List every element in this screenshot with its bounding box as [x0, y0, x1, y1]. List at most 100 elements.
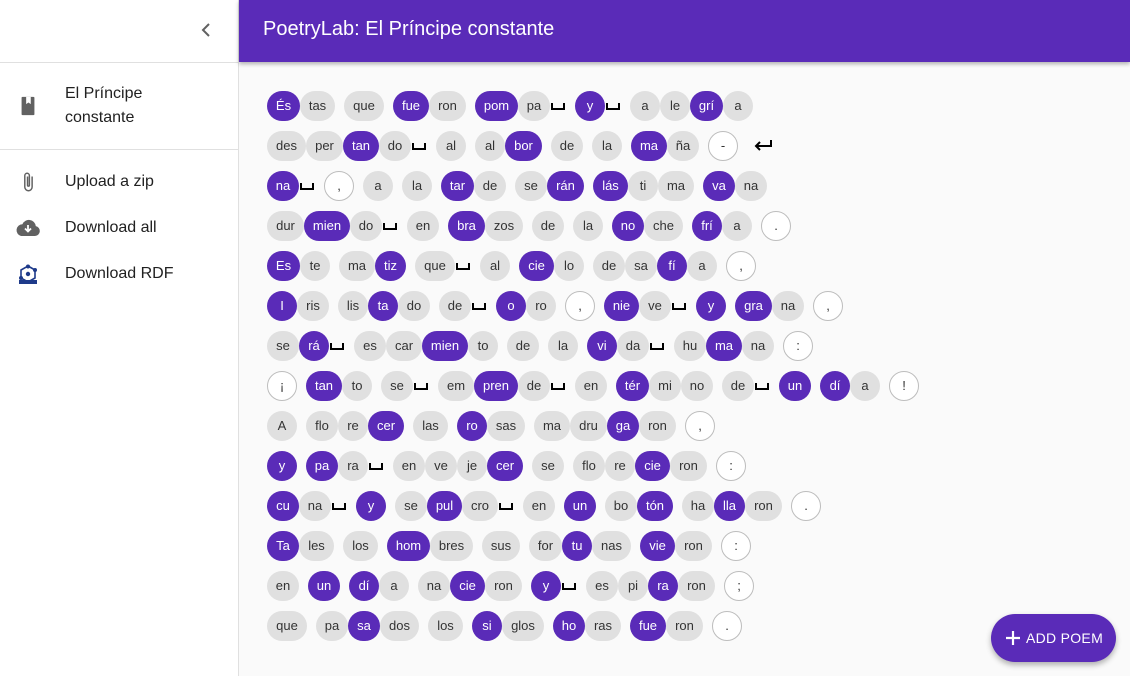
unstressed-syllable[interactable]: flo: [306, 411, 338, 441]
unstressed-syllable[interactable]: na: [772, 291, 804, 321]
unstressed-syllable[interactable]: per: [306, 131, 343, 161]
stressed-syllable[interactable]: y: [267, 451, 297, 481]
unstressed-syllable[interactable]: ras: [585, 611, 621, 641]
unstressed-syllable[interactable]: de: [474, 171, 506, 201]
stressed-syllable[interactable]: cie: [450, 571, 485, 601]
unstressed-syllable[interactable]: sa: [625, 251, 657, 281]
unstressed-syllable[interactable]: ma: [658, 171, 694, 201]
stressed-syllable[interactable]: vi: [587, 331, 617, 361]
unstressed-syllable[interactable]: es: [586, 571, 618, 601]
stressed-syllable[interactable]: rán: [547, 171, 584, 201]
unstressed-syllable[interactable]: que: [415, 251, 455, 281]
synalepha-icon[interactable]: [329, 331, 345, 361]
unstressed-syllable[interactable]: a: [722, 211, 752, 241]
unstressed-syllable[interactable]: las: [413, 411, 448, 441]
unstressed-syllable[interactable]: en: [575, 371, 607, 401]
unstressed-syllable[interactable]: dur: [267, 211, 304, 241]
unstressed-syllable[interactable]: re: [605, 451, 635, 481]
stressed-syllable[interactable]: un: [564, 491, 596, 521]
synalepha-icon[interactable]: [754, 371, 770, 401]
unstressed-syllable[interactable]: lo: [554, 251, 584, 281]
punctuation-chip[interactable]: .: [761, 211, 791, 241]
stressed-syllable[interactable]: ro: [457, 411, 487, 441]
stressed-syllable[interactable]: hom: [387, 531, 430, 561]
synalepha-icon[interactable]: [455, 251, 471, 281]
stressed-syllable[interactable]: lás: [593, 171, 628, 201]
punctuation-chip[interactable]: .: [712, 611, 742, 641]
unstressed-syllable[interactable]: zos: [485, 211, 523, 241]
stressed-syllable[interactable]: És: [267, 91, 300, 121]
unstressed-syllable[interactable]: a: [687, 251, 717, 281]
download-rdf-button[interactable]: Download RDF: [0, 258, 238, 290]
unstressed-syllable[interactable]: la: [548, 331, 578, 361]
stressed-syllable[interactable]: fue: [630, 611, 666, 641]
stressed-syllable[interactable]: dí: [820, 371, 850, 401]
stressed-syllable[interactable]: Ta: [267, 531, 299, 561]
unstressed-syllable[interactable]: que: [267, 611, 307, 641]
unstressed-syllable[interactable]: ve: [425, 451, 457, 481]
stressed-syllable[interactable]: ma: [706, 331, 742, 361]
unstressed-syllable[interactable]: ris: [297, 291, 329, 321]
unstressed-syllable[interactable]: ma: [339, 251, 375, 281]
unstressed-syllable[interactable]: a: [850, 371, 880, 401]
stressed-syllable[interactable]: grí: [690, 91, 723, 121]
stressed-syllable[interactable]: ta: [368, 291, 398, 321]
stressed-syllable[interactable]: fue: [393, 91, 429, 121]
stressed-syllable[interactable]: nie: [604, 291, 639, 321]
punctuation-chip[interactable]: ¡: [267, 371, 297, 401]
unstressed-syllable[interactable]: pi: [618, 571, 648, 601]
stressed-syllable[interactable]: na: [267, 171, 299, 201]
stressed-syllable[interactable]: mien: [304, 211, 350, 241]
stressed-syllable[interactable]: pom: [475, 91, 518, 121]
stressed-syllable[interactable]: tér: [616, 371, 649, 401]
unstressed-syllable[interactable]: de: [518, 371, 550, 401]
unstressed-syllable[interactable]: al: [475, 131, 505, 161]
stressed-syllable[interactable]: si: [472, 611, 502, 641]
unstressed-syllable[interactable]: los: [343, 531, 378, 561]
stressed-syllable[interactable]: vie: [640, 531, 675, 561]
unstressed-syllable[interactable]: ña: [667, 131, 699, 161]
unstressed-syllable[interactable]: se: [395, 491, 427, 521]
unstressed-syllable[interactable]: tas: [300, 91, 335, 121]
unstressed-syllable[interactable]: ti: [628, 171, 658, 201]
stressed-syllable[interactable]: gra: [735, 291, 772, 321]
stressed-syllable[interactable]: y: [696, 291, 726, 321]
unstressed-syllable[interactable]: ron: [675, 531, 712, 561]
unstressed-syllable[interactable]: se: [532, 451, 564, 481]
unstressed-syllable[interactable]: re: [338, 411, 368, 441]
stressed-syllable[interactable]: pren: [474, 371, 518, 401]
unstressed-syllable[interactable]: sas: [487, 411, 525, 441]
punctuation-chip[interactable]: :: [721, 531, 751, 561]
unstressed-syllable[interactable]: te: [300, 251, 330, 281]
synalepha-icon[interactable]: [413, 371, 429, 401]
unstressed-syllable[interactable]: se: [381, 371, 413, 401]
unstressed-syllable[interactable]: do: [350, 211, 382, 241]
unstressed-syllable[interactable]: dos: [380, 611, 419, 641]
unstressed-syllable[interactable]: bo: [605, 491, 637, 521]
stressed-syllable[interactable]: cer: [368, 411, 404, 441]
unstressed-syllable[interactable]: car: [386, 331, 422, 361]
collapse-sidebar-button[interactable]: [194, 18, 218, 42]
unstressed-syllable[interactable]: a: [723, 91, 753, 121]
stressed-syllable[interactable]: rá: [299, 331, 329, 361]
stressed-syllable[interactable]: lla: [714, 491, 745, 521]
stressed-syllable[interactable]: cu: [267, 491, 299, 521]
unstressed-syllable[interactable]: cro: [462, 491, 498, 521]
enjambment-icon[interactable]: [752, 131, 774, 161]
punctuation-chip[interactable]: ;: [724, 571, 754, 601]
stressed-syllable[interactable]: frí: [692, 211, 722, 241]
punctuation-chip[interactable]: .: [791, 491, 821, 521]
stressed-syllable[interactable]: y: [575, 91, 605, 121]
unstressed-syllable[interactable]: flo: [573, 451, 605, 481]
stressed-syllable[interactable]: un: [779, 371, 811, 401]
stressed-syllable[interactable]: no: [612, 211, 644, 241]
unstressed-syllable[interactable]: le: [660, 91, 690, 121]
unstressed-syllable[interactable]: A: [267, 411, 297, 441]
unstressed-syllable[interactable]: da: [617, 331, 649, 361]
unstressed-syllable[interactable]: pa: [518, 91, 550, 121]
unstressed-syllable[interactable]: a: [630, 91, 660, 121]
stressed-syllable[interactable]: tan: [306, 371, 342, 401]
synalepha-icon[interactable]: [382, 211, 398, 241]
synalepha-icon[interactable]: [671, 291, 687, 321]
unstressed-syllable[interactable]: ron: [429, 91, 466, 121]
